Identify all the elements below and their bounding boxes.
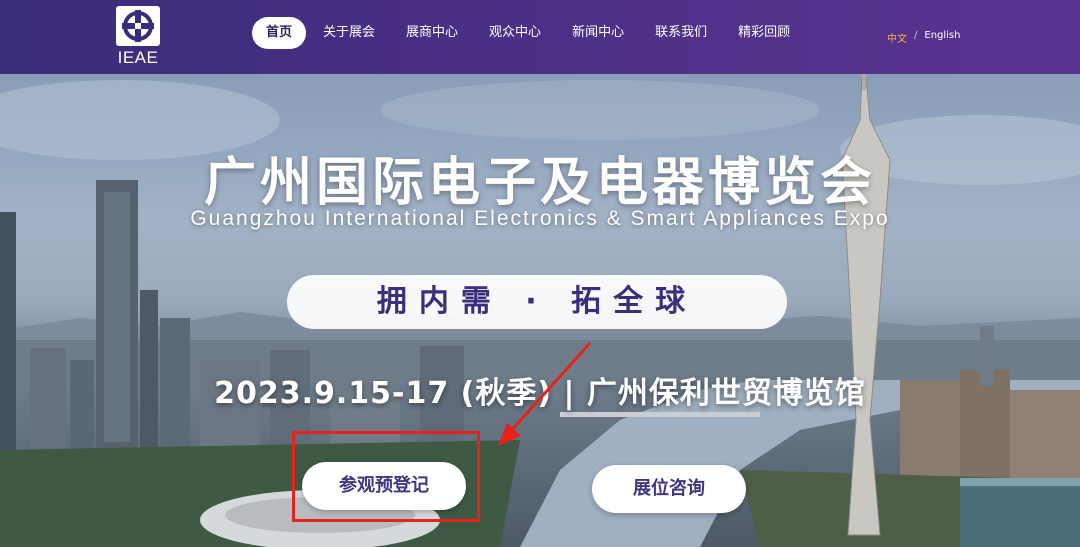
annotation-arrow-icon <box>498 341 592 446</box>
